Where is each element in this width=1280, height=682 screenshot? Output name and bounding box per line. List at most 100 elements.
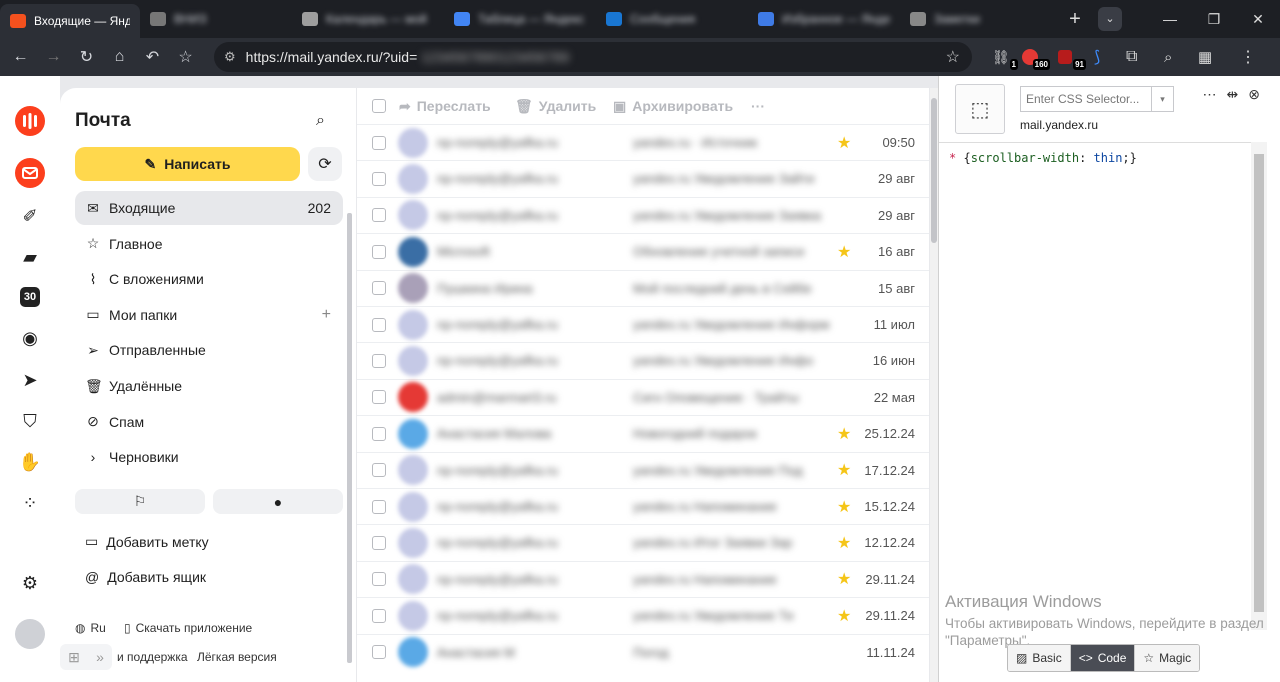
add-folder-icon[interactable]: + [322,306,331,324]
code-scrollbar-thumb[interactable] [1254,154,1264,612]
row-checkbox[interactable] [372,390,386,405]
back-icon[interactable]: ← [4,48,37,66]
calendar-icon[interactable]: 30 [15,282,45,312]
browser-tab[interactable]: Таблица — Яндекс [444,0,596,38]
css-code-editor[interactable]: * {scrollbar-width: thin;} [939,142,1251,628]
more-icon[interactable]: ⋯ [1203,86,1217,103]
download-app-link[interactable]: ▯ Скачать приложение [124,621,252,635]
extension-icon[interactable]: 160 [1022,38,1050,76]
qr-code-icon[interactable]: ▦ [1198,38,1212,76]
sidebar-item-trash[interactable]: 🗑 Удалённые [75,369,343,403]
browser-tab[interactable]: Заметки [900,0,1052,38]
star-icon[interactable]: ★ [837,533,851,553]
table-row[interactable]: np-noreply@yafka.ru yandex.ru Итог Заявки… [357,524,929,560]
sidebar-scrollbar[interactable] [347,213,352,663]
row-checkbox[interactable] [372,535,386,550]
tab-search-dropdown-icon[interactable]: ⌄ [1098,7,1122,31]
row-checkbox[interactable] [372,317,386,332]
browser-tab[interactable]: Избранное — Яндекс [748,0,900,38]
row-checkbox[interactable] [372,608,386,623]
add-mailbox-button[interactable]: @ Добавить ящик [85,569,206,585]
selector-dropdown-icon[interactable]: ▾ [1151,87,1173,111]
row-checkbox[interactable] [372,171,386,186]
add-label-button[interactable]: ▭ Добавить метку [85,533,209,550]
table-row[interactable]: Microsoft Обновление учетной записи ★ 16 ав… [357,233,929,269]
settings-gear-icon[interactable]: ⚙ [15,568,45,598]
avatar[interactable] [15,619,45,649]
minimize-icon[interactable]: — [1148,11,1192,27]
table-row[interactable]: np-noreply@yafka.ru yandex.ru Уведомление… [357,451,929,488]
sidebar-item-envelope[interactable]: ✉ Входящие 202 [75,191,343,225]
refresh-button[interactable]: ⟳ [308,147,342,181]
bookmark-star-icon[interactable]: ☆ [169,47,202,67]
table-row[interactable]: np-noreply@yafka.ru yandex.ru Уведомление… [357,160,929,196]
compose-button[interactable]: ✎ Написать [75,147,300,181]
list-scrollbar[interactable] [930,88,938,682]
site-info-icon[interactable]: ⚙ [224,49,236,65]
mode-basic-button[interactable]: ▨ Basic [1008,645,1071,671]
home-icon[interactable]: ⌂ [103,48,136,66]
mail-service-icon[interactable] [15,158,45,188]
mode-code-button[interactable]: <> Code [1070,645,1136,671]
unread-filter-button[interactable]: ● [213,489,343,514]
search-icon[interactable]: ⌕ [316,112,325,130]
sidebar-item-folder[interactable]: ▭ Мои папки + [75,298,343,332]
calendar-small-icon[interactable]: ⊞ [68,649,80,666]
table-row[interactable]: np-noreply@yafka.ru yandex.ru Уведомление… [357,342,929,378]
forms-icon[interactable]: ✋ [15,447,45,477]
support-link[interactable]: и поддержка [117,650,188,664]
table-row[interactable]: Анастасия М Погод 11.11.24 [357,633,929,670]
table-row[interactable]: Анастасия Малова Новогодний подарок ★ 25.12… [357,415,929,451]
star-icon[interactable]: ★ [837,497,851,517]
star-icon[interactable]: ★ [837,242,851,262]
star-icon[interactable]: ★ [837,460,851,480]
select-all-checkbox[interactable] [372,99,386,113]
browser-tab[interactable]: ВНИЗ [140,0,292,38]
browser-tab[interactable]: Сообщения [596,0,748,38]
browser-tab[interactable]: Календарь — мой [292,0,444,38]
close-panel-icon[interactable]: ⊗ [1248,86,1260,103]
star-icon[interactable]: ★ [837,133,851,153]
star-icon[interactable]: ★ [837,424,851,444]
list-scrollbar-thumb[interactable] [931,98,937,243]
sidebar-item-chevron-right[interactable]: › Черновики [75,440,343,474]
menu-dots-icon[interactable]: ⋮ [1240,38,1256,76]
table-row[interactable]: np-noreply@yafka.ru yandex.ru · Источник ★… [357,124,929,160]
row-checkbox[interactable] [372,208,386,223]
notes-icon[interactable]: ⛉ [15,406,45,436]
disk-icon[interactable]: ▰ [15,242,45,272]
messenger-icon[interactable]: ✐ [15,201,45,231]
star-icon[interactable]: ★ [837,606,851,626]
sidebar-item-paperclip[interactable]: ⌇ С вложениями [75,262,343,296]
table-row[interactable]: np-noreply@yafka.ru yandex.ru Напоминание… [357,488,929,524]
all-services-icon[interactable]: ⁘ [15,488,45,518]
extensions-puzzle-icon[interactable]: ⧉ [1126,38,1137,76]
more-actions-button[interactable]: ··· [751,98,765,114]
table-row[interactable]: np-noreply@yafka.ru yandex.ru Уведомление… [357,597,929,633]
sidebar-item-star[interactable]: ☆ Главное [75,227,343,261]
code-scrollbar[interactable] [1251,142,1267,630]
new-tab-button[interactable]: + [1056,8,1094,31]
telegram-icon[interactable]: ➤ [15,365,45,395]
extension-icon[interactable]: ⛓ 1 [992,38,1018,76]
table-row[interactable]: np-noreply@yafka.ru yandex.ru Уведомление… [357,196,929,233]
row-checkbox[interactable] [372,426,386,441]
element-picker-button[interactable]: ⬚ [955,84,1005,134]
table-row[interactable]: np-noreply@yafka.ru yandex.ru Напоминание… [357,560,929,597]
row-checkbox[interactable] [372,463,386,478]
reload-icon[interactable]: ↻ [70,47,103,67]
row-checkbox[interactable] [372,135,386,150]
row-checkbox[interactable] [372,645,386,660]
css-selector-input[interactable]: Enter CSS Selector... ▾ [1020,86,1174,112]
archive-button[interactable]: ▣ Архивировать [613,98,733,115]
row-checkbox[interactable] [372,353,386,368]
close-window-icon[interactable]: ✕ [1236,11,1280,28]
double-chevron-icon[interactable]: » [96,649,104,665]
undo-icon[interactable]: ↶ [136,47,169,67]
row-checkbox[interactable] [372,281,386,296]
table-row[interactable]: admin@marmart3.ru Сигн Оповещение · Трайт… [357,378,929,415]
bookmark-page-icon[interactable]: ☆ [946,47,960,67]
address-bar[interactable]: ⚙ https://mail.yandex.ru/?uid= 123456789… [214,42,972,72]
row-checkbox[interactable] [372,572,386,587]
row-checkbox[interactable] [372,499,386,514]
